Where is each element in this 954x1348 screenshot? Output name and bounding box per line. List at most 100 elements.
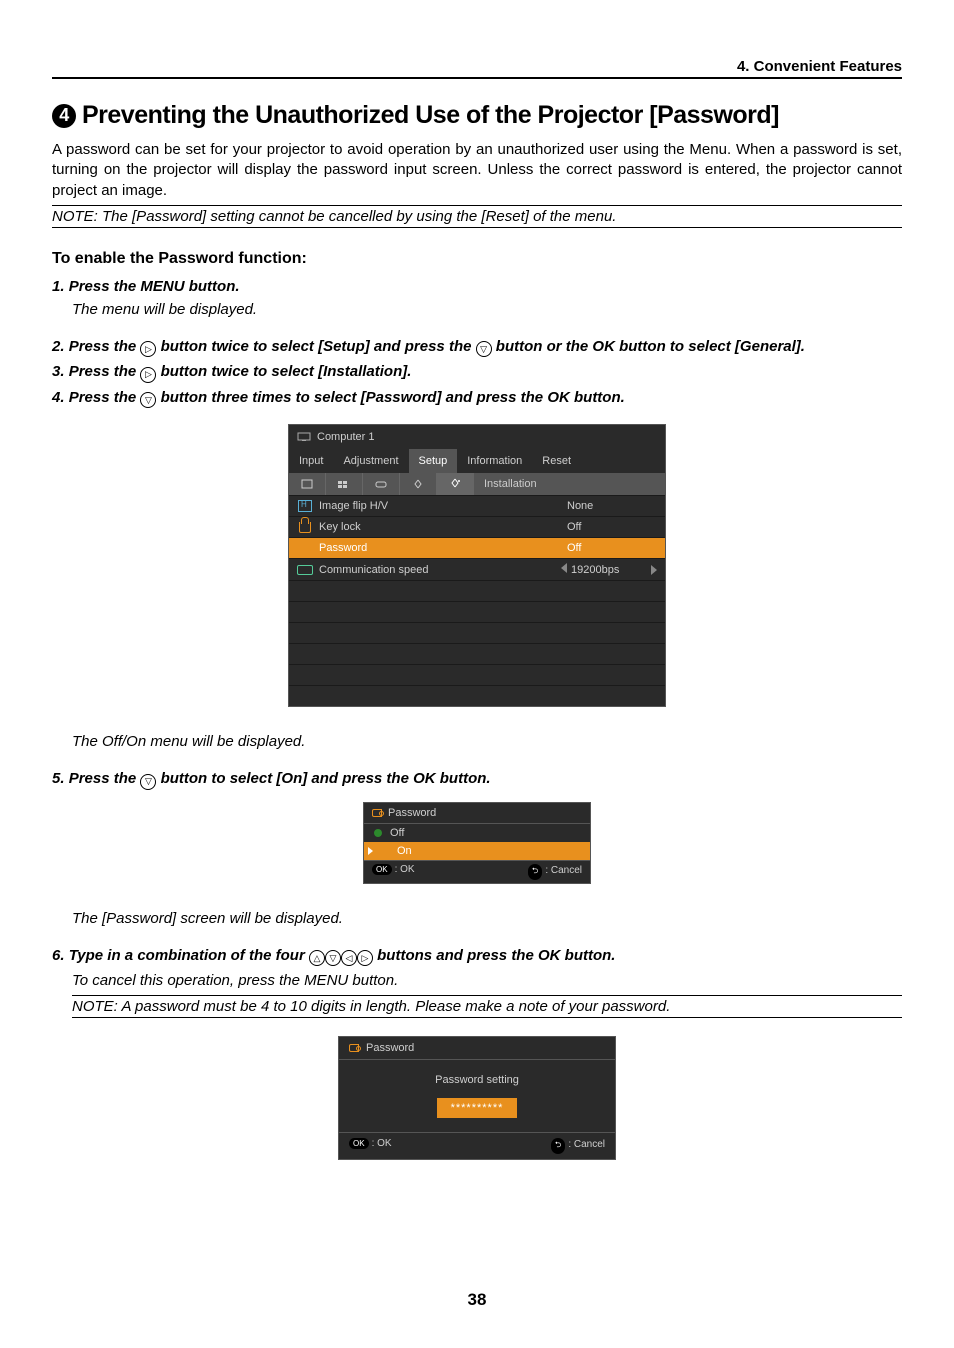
- comm-icon: [297, 564, 313, 576]
- osd1-subtab-active-label: Installation: [474, 474, 547, 494]
- step-5-pre: Press the: [69, 770, 141, 787]
- step-4-num: 4.: [52, 389, 65, 406]
- step-2-mid: button twice to select [Setup] and press…: [156, 338, 475, 355]
- osd1-tab-adjustment[interactable]: Adjustment: [333, 449, 408, 473]
- osd3-body: Password setting **********: [339, 1060, 615, 1133]
- step-1: 1. Press the MENU button.: [52, 278, 902, 295]
- osd1-subtabs: Installation: [289, 473, 665, 495]
- osd1-row-comm-speed[interactable]: Communication speed 19200bps: [289, 558, 665, 580]
- osd1-row-label: Key lock: [319, 521, 567, 533]
- monitor-icon: [297, 432, 311, 442]
- intro-paragraph: A password can be set for your projector…: [52, 140, 902, 201]
- lock-icon: [297, 521, 313, 533]
- down-arrow-icon: ▽: [140, 392, 156, 408]
- osd-password-onoff: Password Off On OK: OK ⮌: Cancel: [363, 802, 591, 884]
- osd1-row-password[interactable]: Password Off: [289, 537, 665, 558]
- osd2-on-label: On: [397, 845, 412, 857]
- step-6-sub: To cancel this operation, press the MENU…: [72, 972, 902, 989]
- osd1-tab-input[interactable]: Input: [289, 449, 333, 473]
- section-header: 4. Convenient Features: [52, 58, 902, 79]
- osd1-tab-reset[interactable]: Reset: [532, 449, 581, 473]
- osd1-row-label: Image flip H/V: [319, 500, 567, 512]
- osd1-empty-row: [289, 643, 665, 664]
- osd2-title: Password: [364, 803, 590, 824]
- osd-password-setting: Password Password setting ********** OK:…: [338, 1036, 616, 1160]
- osd3-footer-cancel: ⮌: Cancel: [551, 1138, 605, 1154]
- step-5-sub: The [Password] screen will be displayed.: [72, 910, 902, 927]
- osd1-row-value: 19200bps: [561, 563, 651, 576]
- osd1-source-label: Computer 1: [317, 431, 374, 443]
- step-3-num: 3.: [52, 363, 65, 380]
- osd2-row-off[interactable]: Off: [364, 824, 590, 842]
- down-arrow-icon: ▽: [476, 341, 492, 357]
- step-2: 2. Press the ▷ button twice to select [S…: [52, 338, 902, 358]
- osd-menu-installation: Computer 1 Input Adjustment Setup Inform…: [288, 424, 666, 707]
- osd1-subtab-icon-1[interactable]: [289, 473, 326, 495]
- osd1-empty-row: [289, 664, 665, 685]
- up-arrow-icon: △: [309, 950, 325, 966]
- osd1-row-value: None: [567, 500, 657, 512]
- left-arrow-icon[interactable]: [561, 563, 567, 573]
- page: 4. Convenient Features 4 Preventing the …: [0, 0, 954, 1348]
- image-flip-icon: [297, 500, 313, 512]
- osd3-title-label: Password: [366, 1042, 414, 1054]
- osd1-empty-row: [289, 622, 665, 643]
- ok-pill-icon: OK: [349, 1138, 369, 1149]
- step-3-post: button twice to select [Installation].: [156, 363, 411, 380]
- osd2-title-label: Password: [388, 807, 436, 819]
- title-bullet-icon: 4: [52, 104, 76, 128]
- osd1-subtab-icon-4[interactable]: [400, 473, 437, 495]
- step-1-sub: The menu will be displayed.: [72, 301, 902, 318]
- right-arrow-icon: ▷: [140, 341, 156, 357]
- osd3-footer-ok: OK: OK: [349, 1138, 392, 1154]
- osd2-footer-ok: OK: OK: [372, 864, 415, 880]
- ok-pill-icon: OK: [372, 864, 392, 875]
- osd3-password-input[interactable]: **********: [437, 1098, 518, 1118]
- step-2-pre: Press the: [69, 338, 141, 355]
- osd1-row-label: Communication speed: [319, 564, 561, 576]
- right-arrow-icon: ▷: [140, 367, 156, 383]
- osd1-subtab-icon-5[interactable]: [437, 473, 474, 495]
- step-6-post: buttons and press the OK button.: [373, 947, 616, 964]
- osd1-source-title: Computer 1: [289, 425, 665, 449]
- down-arrow-icon: ▽: [140, 774, 156, 790]
- osd1-tab-setup[interactable]: Setup: [409, 449, 458, 473]
- back-pill-icon: ⮌: [551, 1138, 565, 1154]
- step-6: 6. Type in a combination of the four △▽◁…: [52, 947, 902, 967]
- left-arrow-icon: ◁: [341, 950, 357, 966]
- key-icon: [370, 808, 384, 818]
- subheading-enable: To enable the Password function:: [52, 250, 902, 268]
- osd1-row-value: Off: [567, 521, 657, 533]
- radio-selected-icon: [374, 829, 382, 837]
- osd1-subtab-icon-2[interactable]: [326, 473, 363, 495]
- right-arrow-icon: ▷: [357, 950, 373, 966]
- osd1-tab-information[interactable]: Information: [457, 449, 532, 473]
- title-text: Preventing the Unauthorized Use of the P…: [82, 101, 779, 130]
- osd1-empty-row: [289, 580, 665, 601]
- step-2-post: button or the OK button to select [Gener…: [492, 338, 805, 355]
- step-4-post: button three times to select [Password] …: [156, 389, 624, 406]
- osd1-tabs: Input Adjustment Setup Information Reset: [289, 449, 665, 473]
- step-5-post: button to select [On] and press the OK b…: [156, 770, 490, 787]
- step-4-pre: Press the: [69, 389, 141, 406]
- step-2-num: 2.: [52, 338, 65, 355]
- down-arrow-icon: ▽: [325, 950, 341, 966]
- note-top: NOTE: The [Password] setting cannot be c…: [52, 205, 902, 228]
- step-1-num: 1.: [52, 278, 65, 295]
- osd2-footer: OK: OK ⮌: Cancel: [364, 860, 590, 883]
- right-arrow-icon[interactable]: [651, 565, 657, 575]
- step-6-num: 6.: [52, 947, 65, 964]
- step-4-sub: The Off/On menu will be displayed.: [72, 733, 902, 750]
- osd1-row-key-lock[interactable]: Key lock Off: [289, 516, 665, 537]
- main-title: 4 Preventing the Unauthorized Use of the…: [52, 101, 902, 130]
- key-icon: [347, 1043, 361, 1053]
- step-5-num: 5.: [52, 770, 65, 787]
- cursor-icon: [368, 847, 373, 855]
- osd2-off-label: Off: [390, 827, 404, 839]
- osd3-title: Password: [339, 1037, 615, 1060]
- osd1-empty-row: [289, 685, 665, 706]
- osd1-subtab-icon-3[interactable]: [363, 473, 400, 495]
- osd2-row-on[interactable]: On: [364, 842, 590, 860]
- osd1-row-image-flip[interactable]: Image flip H/V None: [289, 495, 665, 516]
- osd3-body-label: Password setting: [339, 1074, 615, 1086]
